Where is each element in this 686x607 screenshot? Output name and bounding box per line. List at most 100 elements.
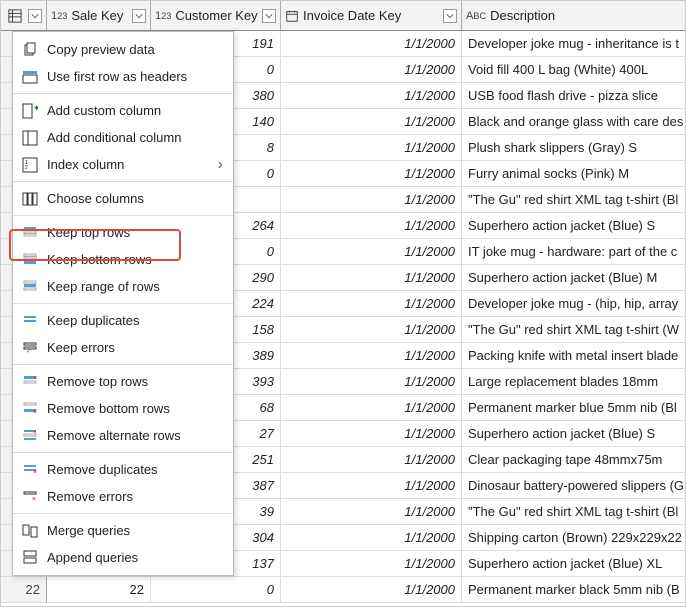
remove-dup-icon: × — [21, 461, 39, 479]
index-icon: 12 — [21, 156, 39, 174]
cell-invoice-date: 1/1/2000 — [281, 31, 462, 56]
column-filter-drop[interactable] — [443, 9, 457, 23]
menu-append-queries[interactable]: Append queries — [13, 544, 233, 571]
column-header-row: 123 Sale Key 123 Customer Key Invoice Da… — [1, 1, 685, 31]
cell-invoice-date: 1/1/2000 — [281, 317, 462, 342]
keep-range-icon — [21, 278, 39, 296]
svg-text:×: × — [33, 430, 37, 436]
cell-invoice-date: 1/1/2000 — [281, 291, 462, 316]
table-icon — [8, 9, 22, 23]
keep-top-icon — [21, 224, 39, 242]
cell-invoice-date: 1/1/2000 — [281, 135, 462, 160]
menu-keep-top[interactable]: Keep top rows — [13, 219, 233, 246]
cell-description: Dinosaur battery-powered slippers (G — [462, 473, 685, 498]
chevron-right-icon: › — [218, 156, 223, 174]
cell-invoice-date: 1/1/2000 — [281, 369, 462, 394]
menu-add-conditional[interactable]: Add conditional column — [13, 124, 233, 151]
cell-description: Packing knife with metal insert blade — [462, 343, 685, 368]
column-filter-drop[interactable] — [132, 9, 146, 23]
row-number: 22 — [1, 577, 47, 602]
cell-invoice-date: 1/1/2000 — [281, 577, 462, 602]
cell-description: Superhero action jacket (Blue) S — [462, 421, 685, 446]
cell-description: Shipping carton (Brown) 229x229x22 — [462, 525, 685, 550]
remove-bottom-icon: × — [21, 400, 39, 418]
cell-description: Black and orange glass with care des — [462, 109, 685, 134]
cell-description: Developer joke mug - inheritance is t — [462, 31, 685, 56]
copy-icon — [21, 41, 39, 59]
menu-remove-alternate[interactable]: ×Remove alternate rows — [13, 422, 233, 449]
menu-choose-columns[interactable]: Choose columns — [13, 185, 233, 212]
column-filter-drop[interactable] — [262, 9, 276, 23]
col-label: Customer Key — [175, 8, 262, 23]
cell-invoice-date: 1/1/2000 — [281, 447, 462, 472]
cell-description: Void fill 400 L bag (White) 400L — [462, 57, 685, 82]
col-header-invoice-date[interactable]: Invoice Date Key — [281, 1, 462, 30]
menu-keep-errors[interactable]: ✓Keep errors — [13, 334, 233, 361]
cell-invoice-date: 1/1/2000 — [281, 109, 462, 134]
cell-invoice-date: 1/1/2000 — [281, 499, 462, 524]
add-column-icon: ✦ — [21, 102, 39, 120]
menu-keep-bottom[interactable]: Keep bottom rows — [13, 246, 233, 273]
table-row[interactable]: 222201/1/2000Permanent marker black 5mm … — [1, 577, 685, 603]
col-label: Description — [490, 8, 681, 23]
remove-alt-icon: × — [21, 427, 39, 445]
col-label: Invoice Date Key — [303, 8, 443, 23]
cell-invoice-date: 1/1/2000 — [281, 239, 462, 264]
menu-remove-bottom[interactable]: ×Remove bottom rows — [13, 395, 233, 422]
svg-text:2: 2 — [25, 165, 28, 171]
cell-invoice-date: 1/1/2000 — [281, 265, 462, 290]
menu-remove-duplicates[interactable]: ×Remove duplicates — [13, 456, 233, 483]
cell-description: Permanent marker black 5mm nib (B — [462, 577, 685, 602]
cell-invoice-date: 1/1/2000 — [281, 57, 462, 82]
cell-invoice-date: 1/1/2000 — [281, 421, 462, 446]
col-header-customer-key[interactable]: 123 Customer Key — [151, 1, 281, 30]
headers-icon — [21, 68, 39, 86]
cell-description: "The Gu" red shirt XML tag t-shirt (W — [462, 317, 685, 342]
cell-invoice-date: 1/1/2000 — [281, 473, 462, 498]
menu-copy-preview[interactable]: Copy preview data — [13, 36, 233, 63]
svg-text:×: × — [33, 409, 37, 416]
cell-description: Large replacement blades 18mm — [462, 369, 685, 394]
table-context-menu: Copy preview data Use first row as heade… — [12, 31, 234, 576]
remove-top-icon: × — [21, 373, 39, 391]
menu-remove-top[interactable]: ×Remove top rows — [13, 368, 233, 395]
number-type-icon: 123 — [155, 10, 171, 22]
svg-text:×: × — [33, 469, 37, 476]
cell-invoice-date: 1/1/2000 — [281, 551, 462, 576]
menu-merge-queries[interactable]: Merge queries — [13, 517, 233, 544]
menu-index-column[interactable]: 12Index column› — [13, 151, 233, 178]
cell-invoice-date: 1/1/2000 — [281, 187, 462, 212]
remove-err-icon: × — [21, 488, 39, 506]
append-icon — [21, 549, 39, 567]
svg-text:✦: ✦ — [33, 103, 38, 113]
svg-text:×: × — [32, 496, 36, 503]
columns-icon — [21, 190, 39, 208]
cell-invoice-date: 1/1/2000 — [281, 395, 462, 420]
menu-first-row-headers[interactable]: Use first row as headers — [13, 63, 233, 90]
cell-invoice-date: 1/1/2000 — [281, 161, 462, 186]
keep-bottom-icon — [21, 251, 39, 269]
cell-invoice-date: 1/1/2000 — [281, 83, 462, 108]
cell-description: "The Gu" red shirt XML tag t-shirt (Bl — [462, 499, 685, 524]
col-header-description[interactable]: ABC Description — [462, 1, 685, 30]
table-menu-cell[interactable] — [1, 1, 47, 30]
cell-invoice-date: 1/1/2000 — [281, 213, 462, 238]
cell-description: Superhero action jacket (Blue) M — [462, 265, 685, 290]
keep-dup-icon — [21, 312, 39, 330]
number-type-icon: 123 — [51, 10, 67, 22]
cell-description: Plush shark slippers (Gray) S — [462, 135, 685, 160]
table-menu-drop[interactable] — [28, 9, 42, 23]
menu-keep-range[interactable]: Keep range of rows — [13, 273, 233, 300]
col-header-sale-key[interactable]: 123 Sale Key — [47, 1, 151, 30]
conditional-icon — [21, 129, 39, 147]
menu-keep-duplicates[interactable]: Keep duplicates — [13, 307, 233, 334]
menu-remove-errors[interactable]: ×Remove errors — [13, 483, 233, 510]
cell-description: USB food flash drive - pizza slice — [462, 83, 685, 108]
svg-text:✓: ✓ — [26, 349, 31, 355]
menu-add-custom[interactable]: ✦Add custom column — [13, 97, 233, 124]
text-type-icon: ABC — [466, 10, 486, 22]
cell-description: Furry animal socks (Pink) M — [462, 161, 685, 186]
cell-sale-key: 22 — [47, 577, 151, 602]
cell-description: Developer joke mug - (hip, hip, array — [462, 291, 685, 316]
merge-icon — [21, 522, 39, 540]
